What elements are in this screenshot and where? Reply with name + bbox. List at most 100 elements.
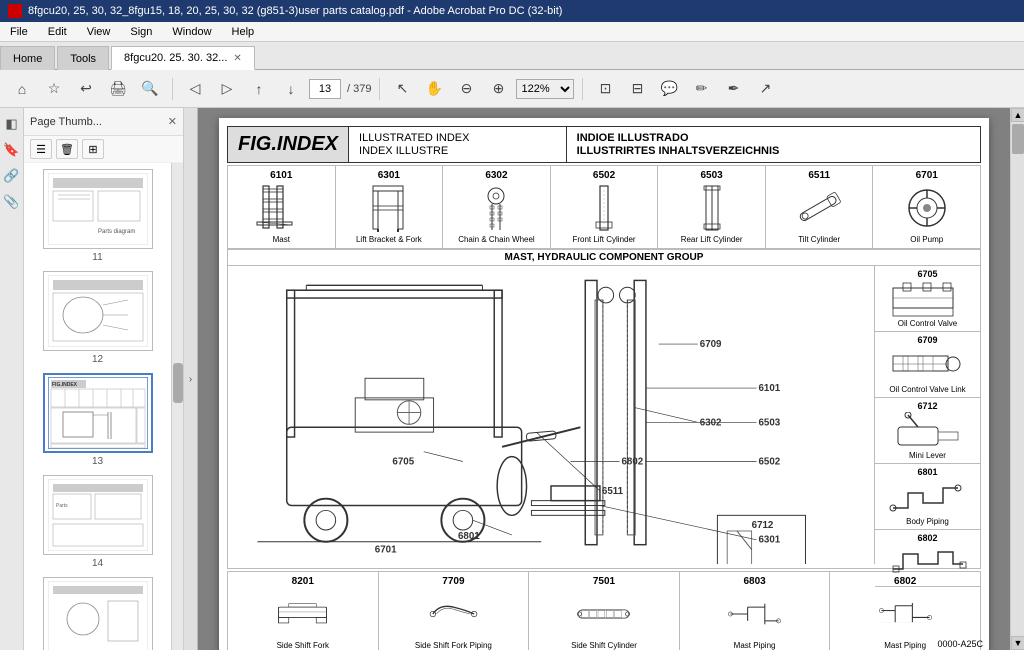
right-part-6705: 6705 Oil [875, 266, 980, 332]
thumb-img-11: Parts diagram [43, 169, 153, 249]
tab-home-label: Home [13, 53, 42, 65]
toolbar-markup-btn[interactable]: ✏ [687, 76, 715, 102]
part-label-6502: Front Lift Cylinder [572, 235, 635, 244]
svg-text:6502: 6502 [759, 456, 781, 467]
bottom-label-6803: Mast Piping [734, 641, 776, 650]
part-img-small-6712 [888, 411, 968, 451]
thumb-view-btn[interactable]: ☰ [30, 139, 52, 159]
page-number-input[interactable]: 13 [309, 79, 341, 99]
scroll-up-arrow[interactable]: ▲ [1011, 108, 1024, 122]
part-label-6101: Mast [273, 235, 290, 244]
toolbar-cursor-btn[interactable]: ↖ [388, 76, 416, 102]
right-part-6802: 6802 [875, 530, 980, 587]
top-parts-row: 6101 [227, 165, 981, 249]
diagram-main-drawing: 6709 6302 6705 6802 [228, 266, 875, 564]
main-layout: ◧ 🔖 🔗 📎 Page Thumb... ✕ ☰ 🗑 ⊞ [0, 108, 1024, 650]
toolbar-star-btn[interactable]: ☆ [40, 76, 68, 102]
thumb-num-12: 12 [92, 354, 103, 365]
bottom-label-8201: Side Shift Fork [277, 641, 329, 650]
thumb-page-13[interactable]: FIG.INDEX [30, 373, 165, 467]
part-6301: 6301 Lift Bracket & Fork [336, 166, 444, 248]
thumb-img-15 [43, 577, 153, 650]
tab-document[interactable]: 8fgcu20. 25. 30. 32... ✕ [111, 46, 255, 70]
menu-edit[interactable]: Edit [44, 24, 71, 40]
right-scrollbar[interactable]: ▲ ▼ [1010, 108, 1024, 650]
part-img-6301 [361, 183, 416, 233]
bottom-label-7709: Side Shift Fork Piping [415, 641, 492, 650]
thumb-page-12[interactable]: 12 [30, 271, 165, 365]
thumb-panel-close[interactable]: ✕ [168, 115, 177, 128]
tab-tools-label: Tools [70, 53, 96, 65]
toolbar-sign-btn[interactable]: ✒ [719, 76, 747, 102]
svg-text:6503: 6503 [759, 417, 781, 428]
part-6302: 6302 [443, 166, 551, 248]
scroll-down-arrow[interactable]: ▼ [1011, 636, 1024, 650]
svg-text:FIG.INDEX: FIG.INDEX [52, 382, 78, 388]
part-img-small-6705 [888, 279, 968, 319]
menu-file[interactable]: File [6, 24, 32, 40]
toolbar-spread-btn[interactable]: ⊟ [623, 76, 651, 102]
toolbar-print-btn[interactable]: 🖨 [104, 76, 132, 102]
thumb-scrollbar[interactable] [171, 163, 183, 650]
svg-text:6301: 6301 [759, 535, 781, 546]
part-img-6502 [577, 183, 632, 233]
part-img-6302 [469, 183, 524, 233]
thumb-svg-12 [48, 275, 148, 347]
menu-view[interactable]: View [83, 24, 115, 40]
svg-text:Parts diagram: Parts diagram [98, 229, 135, 235]
toolbar-zoom-in-btn[interactable]: ⊕ [484, 76, 512, 102]
tab-close-icon[interactable]: ✕ [233, 53, 241, 64]
toolbar-zoom-marquee-btn[interactable]: 🔍 [136, 76, 164, 102]
thumb-page-15[interactable]: 15 [30, 577, 165, 650]
toolbar-home-btn[interactable]: ⌂ [8, 76, 36, 102]
zoom-select[interactable]: 122% 100% 75% 50% [516, 79, 574, 99]
toolbar-page-up-btn[interactable]: ↑ [245, 76, 273, 102]
sidebar-attachment-icon[interactable]: 📎 [2, 192, 22, 212]
toolbar-prev-page-nav[interactable]: ◁ [181, 76, 209, 102]
diagram-right-parts: 6705 Oil [875, 266, 980, 564]
toolbar-back-btn[interactable]: ↩ [72, 76, 100, 102]
toolbar-next-page-nav[interactable]: ▷ [213, 76, 241, 102]
svg-text:6302: 6302 [700, 417, 722, 428]
tab-document-label: 8fgcu20. 25. 30. 32... [124, 52, 227, 64]
part-6101: 6101 [228, 166, 336, 248]
svg-text:6705: 6705 [392, 456, 414, 467]
toolbar-comment-btn[interactable]: 💬 [655, 76, 683, 102]
bottom-img-8201 [275, 589, 330, 639]
toolbar-sep-1 [172, 78, 173, 100]
fig-index-subtitle: ILLUSTRATED INDEX INDEX ILLUSTRE [349, 127, 567, 162]
thumb-page-14[interactable]: Parts 14 [30, 475, 165, 569]
svg-text:6709: 6709 [700, 339, 722, 350]
tab-home[interactable]: Home [0, 46, 55, 70]
sidebar-link-icon[interactable]: 🔗 [2, 166, 22, 186]
toolbar-zoom-out-btn[interactable]: ⊖ [452, 76, 480, 102]
thumb-img-14: Parts [43, 475, 153, 555]
fig-index-right: INDIOE ILLUSTRADO ILLUSTRIRTES INHALTSVE… [567, 127, 980, 162]
tab-tools[interactable]: Tools [57, 46, 109, 70]
bottom-label-7501: Side Shift Cylinder [571, 641, 637, 650]
menu-window[interactable]: Window [168, 24, 215, 40]
forklift-diagram-svg: 6709 6302 6705 6802 [228, 266, 874, 564]
menu-help[interactable]: Help [228, 24, 259, 40]
pdf-view[interactable]: FIG.INDEX ILLUSTRATED INDEX INDEX ILLUST… [198, 108, 1010, 650]
window-title: 8fgcu20, 25, 30, 32_8fgu15, 18, 20, 25, … [28, 5, 562, 17]
part-label-6503: Rear Lift Cylinder [681, 235, 743, 244]
part-6511: 6511 Tilt Cylinder [766, 166, 874, 248]
thumb-embed-btn[interactable]: ⊞ [82, 139, 104, 159]
thumb-delete-btn[interactable]: 🗑 [56, 139, 78, 159]
toolbar-share-btn[interactable]: ↗ [751, 76, 779, 102]
svg-text:Parts: Parts [56, 503, 68, 509]
panel-collapse-arrow[interactable]: › [184, 108, 198, 650]
thumb-num-11: 11 [92, 252, 102, 263]
svg-text:6701: 6701 [375, 545, 397, 556]
toolbar-hand-btn[interactable]: ✋ [420, 76, 448, 102]
sidebar-bookmark-icon[interactable]: 🔖 [2, 140, 22, 160]
scroll-thumb[interactable] [1012, 124, 1024, 154]
bottom-part-7501: 7501 Si [529, 572, 680, 650]
sidebar-nav-icon[interactable]: ◧ [2, 114, 22, 134]
subtitle1: ILLUSTRATED INDEX [359, 132, 556, 144]
toolbar-page-down-btn[interactable]: ↓ [277, 76, 305, 102]
toolbar-fit-btn[interactable]: ⊡ [591, 76, 619, 102]
menu-sign[interactable]: Sign [126, 24, 156, 40]
thumb-page-11[interactable]: Parts diagram 11 [30, 169, 165, 263]
